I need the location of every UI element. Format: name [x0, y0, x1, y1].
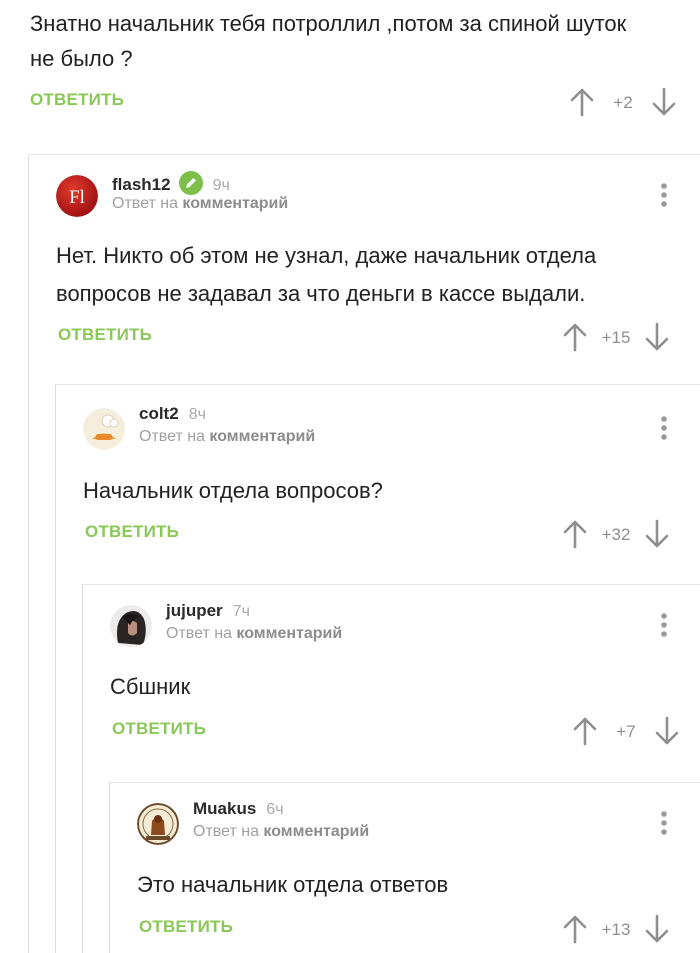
vote-controls: +7	[571, 714, 681, 748]
downvote-arrow-icon[interactable]	[643, 912, 671, 946]
comment: Fl flash12 9ч Ответ на комментарий Нет. Н…	[56, 171, 700, 365]
comment-header: flash12 9ч	[112, 171, 230, 195]
comment-score: +13	[601, 920, 631, 939]
reply-to-line: Ответ на комментарий	[193, 823, 369, 841]
reply-to-prefix: Ответ на	[139, 428, 205, 445]
thread-line-level-2	[55, 385, 56, 953]
more-menu-icon[interactable]	[657, 181, 671, 209]
more-menu-icon[interactable]	[657, 611, 671, 639]
reply-to-link[interactable]: комментарий	[236, 625, 342, 642]
reply-button[interactable]: ОТВЕТИТЬ	[58, 325, 152, 345]
reply-button[interactable]: ОТВЕТИТЬ	[30, 90, 124, 110]
vote-controls: +13	[561, 912, 671, 946]
username[interactable]: colt2	[139, 404, 179, 423]
separator	[109, 782, 700, 783]
reply-to-link[interactable]: комментарий	[182, 195, 288, 212]
comment-score: +32	[601, 525, 631, 544]
upvote-arrow-icon[interactable]	[561, 912, 589, 946]
downvote-arrow-icon[interactable]	[650, 85, 678, 119]
separator	[28, 154, 700, 155]
upvote-arrow-icon[interactable]	[561, 517, 589, 551]
upvote-arrow-icon[interactable]	[571, 714, 599, 748]
reply-to-link[interactable]: комментарий	[263, 823, 369, 840]
username[interactable]: jujuper	[166, 601, 223, 620]
comment-header: colt2 8ч	[139, 404, 206, 424]
comment-text: Это начальник отдела ответов	[137, 872, 449, 897]
top-comment-text: Знатно начальник тебя потроллил ,потом з…	[30, 11, 627, 71]
comment-text: Нет. Никто об этом не узнал, даже началь…	[56, 243, 597, 306]
reply-to-prefix: Ответ на	[112, 195, 178, 212]
more-menu-icon[interactable]	[657, 809, 671, 837]
vote-controls: +15	[561, 320, 671, 354]
comment: colt2 8ч Ответ на комментарий Начальник о…	[83, 404, 700, 578]
comment-score: +2	[613, 93, 633, 112]
avatar-letters: Fl	[69, 187, 85, 208]
comment-text: Сбшник	[110, 674, 191, 699]
verified-pencil-icon	[178, 171, 203, 195]
comment-time: 9ч	[212, 177, 230, 194]
thread-line-level-3	[82, 585, 83, 953]
separator	[82, 584, 700, 585]
username[interactable]: Muakus	[193, 799, 256, 818]
comment-time: 7ч	[232, 603, 250, 620]
upvote-arrow-icon[interactable]	[561, 320, 589, 354]
separator	[55, 384, 700, 385]
vote-controls: +2	[568, 85, 678, 119]
reply-to-line: Ответ на комментарий	[166, 625, 342, 643]
comment-header: jujuper 7ч	[166, 601, 250, 621]
comment-score: +15	[601, 328, 631, 347]
reply-button[interactable]: ОТВЕТИТЬ	[112, 719, 206, 739]
thread-line-level-1	[28, 155, 29, 953]
downvote-arrow-icon[interactable]	[643, 320, 671, 354]
comment-header: Muakus 6ч	[193, 799, 284, 819]
upvote-arrow-icon[interactable]	[568, 85, 596, 119]
reply-to-prefix: Ответ на	[166, 625, 232, 642]
vote-controls: +32	[561, 517, 671, 551]
reply-to-line: Ответ на комментарий	[112, 195, 288, 213]
reply-to-line: Ответ на комментарий	[139, 428, 315, 446]
comment: jujuper 7ч Ответ на комментарий Сбшник ОТ…	[110, 601, 700, 775]
username[interactable]: flash12	[112, 175, 171, 194]
avatar[interactable]	[83, 408, 125, 450]
reply-button[interactable]: ОТВЕТИТЬ	[139, 917, 233, 937]
comment-score: +7	[616, 722, 636, 741]
reply-to-prefix: Ответ на	[193, 823, 259, 840]
downvote-arrow-icon[interactable]	[643, 517, 671, 551]
avatar[interactable]	[110, 605, 152, 647]
more-menu-icon[interactable]	[657, 414, 671, 442]
reply-button[interactable]: ОТВЕТИТЬ	[85, 522, 179, 542]
avatar[interactable]	[137, 803, 179, 845]
comment-time: 8ч	[188, 406, 206, 423]
avatar[interactable]: Fl	[56, 175, 98, 217]
thread-line-level-4	[109, 783, 110, 953]
downvote-arrow-icon[interactable]	[653, 714, 681, 748]
comment-time: 6ч	[266, 801, 284, 818]
comment-text: Начальник отдела вопросов?	[83, 478, 383, 503]
comment: Muakus 6ч Ответ на комментарий Это началь…	[137, 799, 700, 953]
reply-to-link[interactable]: комментарий	[209, 428, 315, 445]
